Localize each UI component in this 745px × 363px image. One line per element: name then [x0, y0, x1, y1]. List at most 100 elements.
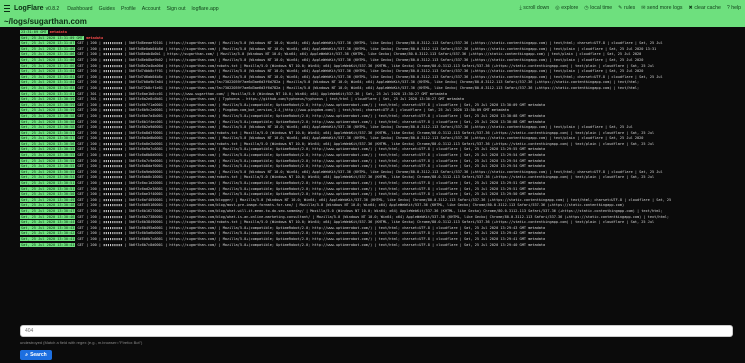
rules-link[interactable]: ✎ rules — [618, 5, 635, 12]
help-label: help — [731, 5, 741, 11]
log-timestamp: Sat, 25 Jul 2020 13:31:06 — [20, 63, 76, 68]
send-logs-label: send more logs — [647, 5, 683, 11]
log-message: GET | 200 | ▮▮▮▮▮▮▮▮▮ | 5b6f3c6ac1d20001… — [77, 181, 546, 186]
search-button-label: Search — [30, 352, 47, 358]
log-timestamp: Sat, 25 Jul 2020 13:30:58 — [20, 113, 76, 118]
log-message: GET | 200 | ▮▮▮▮▮▮▮▮▮ | 5b6f3c6b05160001… — [77, 203, 625, 208]
source-prefix: ~/ — [4, 17, 11, 26]
menu-icon[interactable] — [4, 5, 10, 12]
local-time-label: local time — [590, 5, 613, 11]
log-timestamp: Sat, 25 Jul 2020 13:30:54 — [20, 175, 76, 180]
log-timestamp: Sat, 25 Jul 2020 13:30:55 — [20, 147, 76, 152]
log-timestamp: Sat, 25 Jul 2020 13:30:57 — [20, 136, 76, 141]
log-timestamp: Sat, 25 Jul 2020 13:30:55 — [20, 164, 76, 169]
log-message: GET | 200 | ▮▮▮▮▮▮▮▮▮ | 5b6f3d8eab4b0b1 … — [77, 52, 642, 57]
log-timestamp: Sat, 25 Jul 2020 13:30:51 — [20, 181, 76, 186]
log-timestamp: Sat, 25 Jul 2020 13:31:06 — [20, 52, 76, 57]
log-message: GET | 200 | ▮▮▮▮▮▮▮▮▮ | 5b6f3c6b2a9d0001… — [77, 125, 633, 130]
log-message: GET | 301 | ▮▮▮▮▮▮▮▮▮ | 5b6f3c6ae1b0cc01… — [77, 91, 447, 96]
nav-logflare-app[interactable]: logflare.app — [192, 6, 219, 12]
log-timestamp: Sat, 25 Jul 2020 13:31:04 — [20, 74, 76, 79]
log-message: GET | 200 | ▮▮▮▮▮▮▮▮▮ | 5b6f3c6ae3f40001… — [77, 192, 546, 197]
log-message: GET | 200 | ▮▮▮▮▮▮▮▮▮ | 5b6f3c6b9c2e0001… — [77, 108, 509, 113]
log-timestamp: Sat, 25 Jul 2020 13:30:59 — [20, 108, 76, 113]
log-timestamp: Sat, 25 Jul 2020 13:30:47 — [20, 209, 76, 213]
log-message: GET | 200 | ▮▮▮▮▮▮▮▮▮ | 5b6f3d8eeaef0101… — [77, 41, 663, 46]
log-message: GET | 200 | ▮▮▮▮▮▮▮▮▮ | 5b6f3c6b1f4ec001… — [77, 119, 546, 124]
log-message: GET | 200 | ▮▮▮▮▮▮▮▮▮ | 5b6f3c6ad2e30001… — [77, 186, 546, 191]
rules-label: rules — [623, 5, 636, 11]
metadata-link[interactable]: metadata — [86, 36, 103, 40]
help-link[interactable]: ? help — [727, 5, 741, 12]
log-message: GET | 200 | ▮▮▮▮▮▮▮▮▮ | 5b6f3c6a4e0b0001… — [77, 136, 644, 141]
search-input[interactable] — [20, 325, 733, 337]
log-message: GET | 200 | ▮▮▮▮▮▮▮▮▮ | 5b6f3d7b0a9b7a04… — [77, 80, 640, 85]
log-timestamp: Sat, 25 Jul 2020 13:30:58 — [20, 119, 76, 124]
send-icon: ✉ — [641, 5, 646, 11]
log-message: GET | 200 | ▮▮▮▮▮▮▮▮▮ | 5b6f3c6a0e2b0001… — [77, 141, 655, 146]
log-message: GET | 200 | ▮▮▮▮▮▮▮▮▮ | 5b6f3c6be7a4b001… — [77, 113, 546, 118]
log-message: GET | 200 | ▮▮▮▮▮▮▮▮▮ | 5b6f3c6a8d3f0001… — [77, 130, 655, 135]
arrow-down-icon: ⤓ — [519, 5, 522, 11]
search-hint: undestroyed (Match a field with regex (e… — [20, 340, 143, 345]
clear-cache-label: clear cache — [694, 5, 721, 11]
compass-icon: ◎ — [555, 5, 560, 11]
log-timestamp: Sat, 25 Jul 2020 13:30:56 — [20, 141, 76, 146]
log-message: GET | 200 | ▮▮▮▮▮▮▮▮▮ | 5b6f3d7d6ab04b8c… — [77, 74, 663, 79]
log-timestamp: Sat, 25 Jul 2020 13:30:48 — [20, 203, 76, 208]
metadata-link[interactable]: metadata — [50, 30, 67, 34]
log-list[interactable]: 23:31:09 GMT metadata Sat, 25 Jul 2020 13… — [20, 30, 733, 320]
trash-icon: ✖ — [688, 5, 693, 11]
search-button[interactable]: ⌕ Search — [20, 350, 52, 360]
log-timestamp: Sat, 25 Jul 2020 13:30:41 — [20, 236, 76, 241]
log-timestamp: Sat, 25 Jul 2020 13:30:42 — [20, 231, 76, 236]
log-message: GET | 301 | ▮▮▮▮▮▮▮▮▮ | 5b6f3c6a9a7c0001… — [77, 147, 546, 152]
brand[interactable]: LogFlare v0.8.2 — [4, 5, 59, 12]
log-message: GET | 200 | ▮▮▮▮▮▮▮▮▮ | 5b6f3c6b16270001… — [77, 209, 663, 213]
log-message: GET | 200 | ▮▮▮▮▮▮▮▮▮ | 5b6f3d8e0ab04b8d… — [77, 46, 657, 51]
clear-cache-link[interactable]: ✖ clear cache — [689, 5, 721, 12]
scroll-down-label: scroll down — [523, 5, 550, 11]
nav-actions: ⤓ scroll down ◎ explore ◷ local time ✎ r… — [520, 5, 741, 12]
log-timestamp: Sat, 25 Jul 2020 13:30:55 — [20, 158, 76, 163]
log-timestamp: Sat, 25 Jul 2020 13:30:59 — [20, 102, 76, 107]
nav-account[interactable]: Account — [142, 6, 161, 12]
log-timestamp: Sat, 25 Jul 2020 13:30:59 — [20, 97, 76, 102]
source-name[interactable]: logs/sugarthan.com — [11, 17, 87, 26]
log-message: GET | 200 | ▮▮▮▮▮▮▮▮▮ | 5b6f3c6a9eb00001… — [77, 169, 663, 174]
nav-dashboard[interactable]: Dashboard — [67, 6, 92, 12]
log-timestamp: 23:31:09 GMT — [20, 30, 48, 34]
source-title: ~/logs/sugarthan.com — [0, 17, 745, 27]
log-message: GET | 200 | ▮▮▮▮▮▮▮▮▮ | 5b6f3c6b7f1a0001… — [77, 102, 546, 107]
log-timestamp: Sat, 25 Jul 2020 13:30:57 — [20, 130, 76, 135]
log-message: GET | 200 | ▮▮▮▮▮▮▮▮▮ | 5b6f3d72b0cf1e01… — [77, 85, 640, 90]
log-message: GET | 200 | ▮▮▮▮▮▮▮▮▮ | 5b6f3d8e2a4ba00d… — [77, 63, 655, 68]
log-message: GET | 200 | ▮▮▮▮▮▮▮▮▮ | 5b6f3c6af4050001… — [77, 197, 672, 202]
explore-link[interactable]: ◎ explore — [555, 5, 578, 12]
top-nav: LogFlare v0.8.2 Dashboard Guides Profile… — [0, 0, 745, 17]
brand-version: v0.8.2 — [45, 5, 60, 12]
log-message: GET | 200 | ▮▮▮▮▮▮▮▮▮ | 5b6f3c6b6b7c0001… — [77, 236, 546, 241]
log-message: GET | 200 | ▮▮▮▮▮▮▮▮▮ | 5b6f3d8eb8be9b02… — [77, 57, 644, 62]
send-logs-link[interactable]: ✉ send more logs — [641, 5, 682, 12]
log-timestamp: Sat, 25 Jul 2020 13:30:50 — [20, 192, 76, 197]
scroll-down-link[interactable]: ⤓ scroll down — [520, 5, 550, 12]
log-message: GET | 200 | ▮▮▮▮▮▮▮▮▮ | 5b6f3c6b495a0001… — [77, 225, 546, 230]
search-icon: ⌕ — [25, 352, 29, 358]
log-timestamp: Sat, 25 Jul 2020 13:31:04 — [20, 80, 76, 85]
log-message: GET | 200 | ▮▮▮▮▮▮▮▮▮ | 5b6f3c6a6b8d0001… — [77, 153, 546, 158]
local-time-link[interactable]: ◷ local time — [584, 5, 612, 12]
log-message: GET | 200 | ▮▮▮▮▮▮▮▮▮ | 5b6f3c6b38490001… — [77, 220, 655, 225]
log-timestamp: Sat, 25 Jul 2020 13:31:06 — [20, 46, 76, 51]
log-timestamp: Sat, 25 Jul 2020 13:31:01 — [20, 91, 76, 96]
log-message: GET | 200 | ▮▮▮▮▮▮▮▮▮ | 5b6f3c6b5a6b0001… — [77, 231, 546, 236]
nav-sign-out[interactable]: Sign out — [166, 6, 185, 12]
log-message: GET | 200 | ▮▮▮▮▮▮▮▮▮ | 5b6f3c6a8daf0001… — [77, 164, 546, 169]
log-timestamp: Sat, 25 Jul 2020 13:30:41 — [20, 242, 76, 247]
log-timestamp: Sat, 25 Jul 2020 13:31:09 GMT — [20, 35, 84, 40]
log-timestamp: Sat, 25 Jul 2020 13:30:44 — [20, 220, 76, 225]
log-row[interactable]: Sat, 25 Jul 2020 13:30:41 GET | 200 | ▮▮… — [20, 242, 733, 249]
nav-guides[interactable]: Guides — [99, 6, 115, 12]
log-message: GET | 301 | ▮▮▮▮▮▮▮▮▮ | 5b6f3c6a2e8c0b01… — [77, 97, 465, 102]
nav-profile[interactable]: Profile — [121, 6, 136, 12]
